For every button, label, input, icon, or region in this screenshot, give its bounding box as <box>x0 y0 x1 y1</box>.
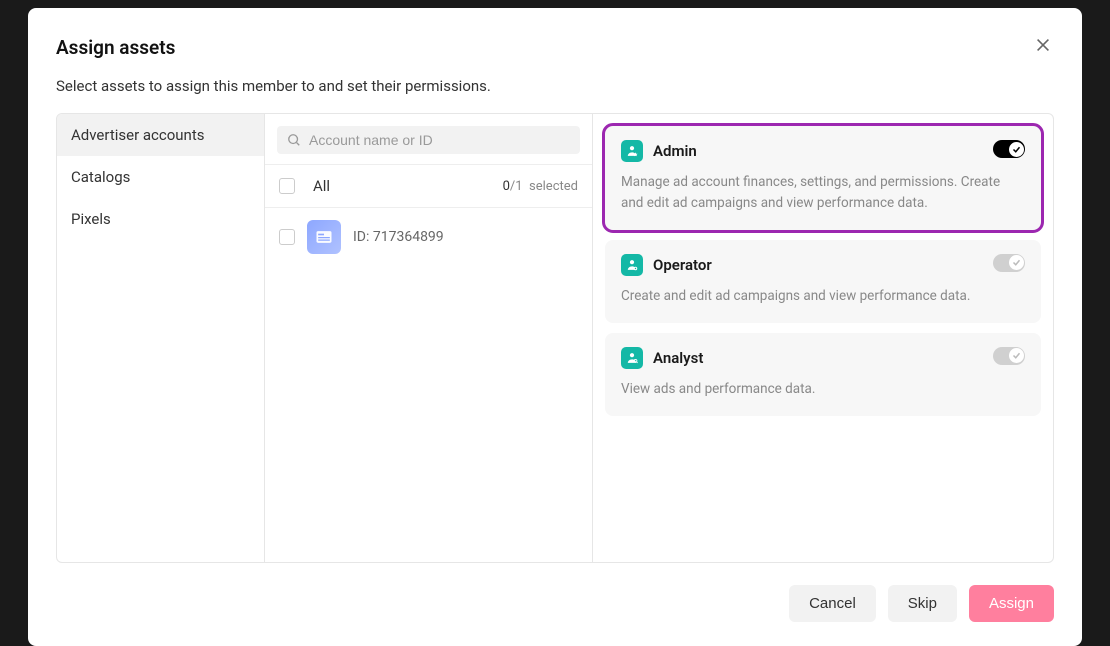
search-box[interactable] <box>277 126 580 154</box>
sidebar-item-label: Advertiser accounts <box>71 126 205 144</box>
check-icon <box>1012 258 1021 267</box>
check-icon <box>1012 145 1021 154</box>
search-container <box>265 114 592 164</box>
modal-subtitle: Select assets to assign this member to a… <box>56 77 1054 95</box>
select-all-label: All <box>313 177 330 195</box>
check-icon <box>1012 351 1021 360</box>
permission-description: View ads and performance data. <box>621 379 1025 400</box>
cancel-button[interactable]: Cancel <box>789 585 876 622</box>
total-count: /1 <box>510 179 523 194</box>
permission-card-analyst: Analyst View ads and performance data. <box>605 333 1041 416</box>
toggle-knob <box>1009 255 1024 270</box>
permission-toggle-operator[interactable] <box>993 254 1025 272</box>
permission-description: Manage ad account finances, settings, an… <box>621 172 1025 214</box>
permission-card-admin: Admin Manage ad account finances, settin… <box>605 126 1041 230</box>
permission-card-operator: Operator Create and edit ad campaigns an… <box>605 240 1041 323</box>
asset-row[interactable]: ID: 717364899 <box>265 207 592 266</box>
modal-footer: Cancel Skip Assign <box>56 585 1054 622</box>
selected-count: 0 <box>503 179 510 194</box>
asset-checkbox[interactable] <box>279 229 295 245</box>
content-panel: Advertiser accounts Catalogs Pixels <box>56 113 1054 563</box>
search-input[interactable] <box>309 132 570 148</box>
close-icon <box>1034 36 1052 54</box>
permissions-column: Admin Manage ad account finances, settin… <box>593 114 1053 562</box>
account-icon <box>307 220 341 254</box>
assign-button[interactable]: Assign <box>969 585 1054 622</box>
sidebar-item-advertiser-accounts[interactable]: Advertiser accounts <box>57 114 264 156</box>
permission-title: Admin <box>653 142 697 160</box>
sidebar-item-label: Pixels <box>71 210 111 228</box>
toggle-knob <box>1009 142 1024 157</box>
permission-header: Admin <box>621 140 1025 162</box>
select-all-row: All 0/1 selected <box>265 164 592 207</box>
person-star-icon <box>621 140 643 162</box>
permission-toggle-analyst[interactable] <box>993 347 1025 365</box>
person-search-icon <box>621 347 643 369</box>
modal-title: Assign assets <box>56 36 175 59</box>
permission-toggle-admin[interactable] <box>993 140 1025 158</box>
asset-type-sidebar: Advertiser accounts Catalogs Pixels <box>57 114 265 562</box>
permission-title: Analyst <box>653 349 703 367</box>
toggle-knob <box>1009 348 1024 363</box>
permission-title: Operator <box>653 256 712 274</box>
asset-list-column: All 0/1 selected ID: 717364899 <box>265 114 593 562</box>
close-button[interactable] <box>1034 36 1054 56</box>
permission-header: Operator <box>621 254 1025 276</box>
sidebar-item-label: Catalogs <box>71 168 130 186</box>
sidebar-item-catalogs[interactable]: Catalogs <box>57 156 264 198</box>
select-all-checkbox[interactable] <box>279 178 295 194</box>
skip-button[interactable]: Skip <box>888 585 957 622</box>
assign-assets-modal: Assign assets Select assets to assign th… <box>28 8 1082 646</box>
search-icon <box>287 133 301 147</box>
permission-header: Analyst <box>621 347 1025 369</box>
asset-id-label: ID: 717364899 <box>353 229 444 245</box>
modal-header: Assign assets <box>56 36 1054 59</box>
permission-description: Create and edit ad campaigns and view pe… <box>621 286 1025 307</box>
selection-count: 0/1 selected <box>503 179 578 194</box>
selected-word: selected <box>529 179 578 194</box>
person-gear-icon <box>621 254 643 276</box>
sidebar-item-pixels[interactable]: Pixels <box>57 198 264 240</box>
